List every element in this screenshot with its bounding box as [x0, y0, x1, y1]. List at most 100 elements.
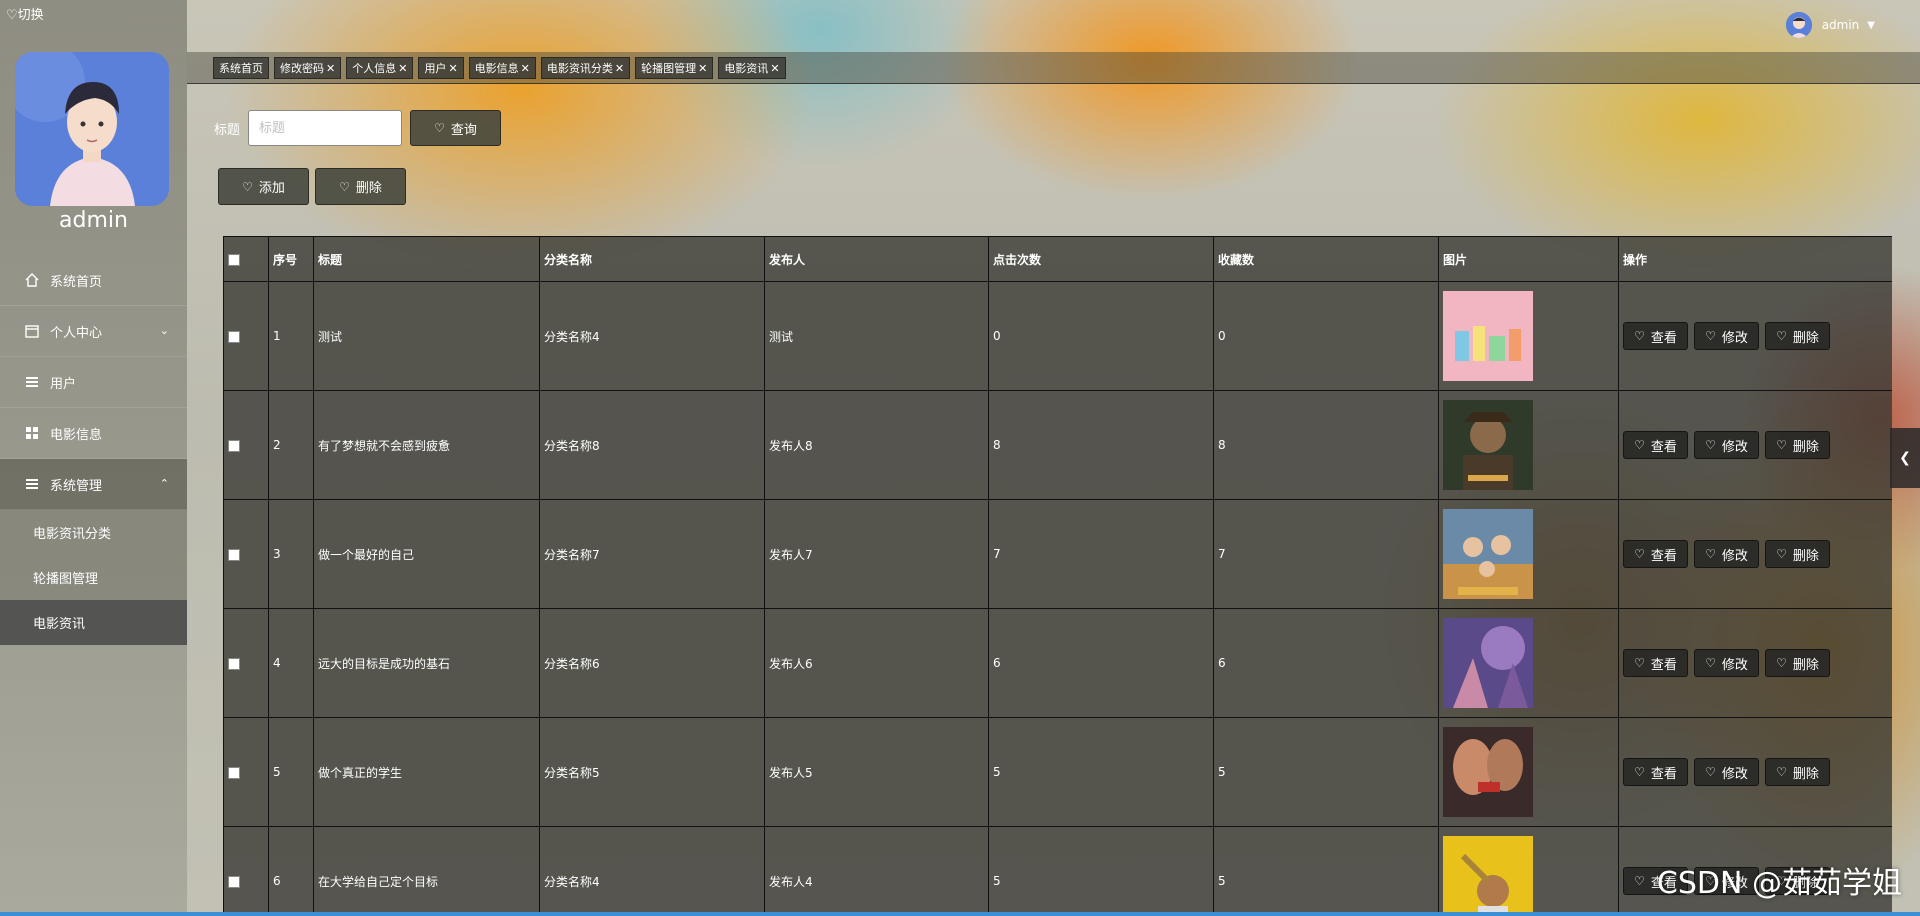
caret-down-icon: ▼: [1867, 19, 1875, 31]
close-icon[interactable]: ✕: [521, 62, 530, 75]
sidebar-item-personal-center[interactable]: 个人中心 ⌄: [0, 306, 187, 357]
action-row: ♡ 添加 ♡ 删除: [218, 168, 412, 205]
heart-icon: ♡: [1705, 438, 1716, 452]
query-label: 查询: [450, 122, 477, 138]
close-icon[interactable]: ✕: [448, 62, 457, 75]
cell-actions: ♡ 查看 ♡ 修改 ♡ 删除: [1618, 608, 1892, 718]
row-select-cell: [223, 717, 269, 827]
add-button[interactable]: ♡ 添加: [218, 168, 309, 205]
poster-image[interactable]: [1443, 618, 1533, 708]
select-all-checkbox[interactable]: [228, 253, 240, 266]
heart-icon: ♡: [1705, 329, 1716, 343]
heart-icon: ♡: [1634, 329, 1645, 343]
edit-button[interactable]: ♡ 修改: [1694, 431, 1759, 459]
row-select-cell: [223, 826, 269, 916]
close-icon[interactable]: ✕: [615, 62, 624, 75]
sidebar: ♡切换 admin 系统首页 个人中心 ⌄ 用户 电影信息 系统管理 ⌃ 电影资…: [0, 0, 187, 916]
edit-button[interactable]: ♡ 修改: [1694, 540, 1759, 568]
sidebar-subitem-movie-news-category[interactable]: 电影资讯分类: [0, 510, 187, 555]
row-delete-button[interactable]: ♡ 删除: [1765, 431, 1830, 459]
heart-icon: ♡: [1634, 765, 1645, 779]
column-header: 收藏数: [1213, 236, 1439, 282]
close-icon[interactable]: ✕: [770, 62, 779, 75]
sidebar-item-label: 电影信息: [50, 427, 103, 443]
chevron-down-icon: ⌄: [159, 324, 169, 337]
tab-home[interactable]: 系统首页: [213, 56, 269, 79]
add-label: 添加: [258, 181, 285, 196]
table-row: 4 远大的目标是成功的基石 分类名称6 发布人6 6 6 ♡ 查看 ♡ 修改 ♡ 删除: [223, 608, 1892, 718]
search-input[interactable]: [248, 110, 403, 146]
collapse-panel-button[interactable]: ❮: [1890, 428, 1920, 488]
view-button[interactable]: ♡ 查看: [1623, 540, 1688, 568]
switch-button[interactable]: ♡切换: [6, 4, 44, 23]
poster-image[interactable]: [1443, 400, 1533, 490]
close-icon[interactable]: ✕: [398, 62, 407, 75]
heart-icon: ♡: [339, 179, 350, 194]
edit-button[interactable]: ♡ 修改: [1694, 758, 1759, 786]
sidebar-item-home[interactable]: 系统首页: [0, 255, 187, 306]
heart-icon: ♡: [1634, 656, 1645, 670]
view-button[interactable]: ♡ 查看: [1623, 649, 1688, 677]
bottom-bar: [0, 912, 1920, 916]
user-menu[interactable]: admin ▼: [1785, 12, 1875, 38]
poster-image[interactable]: [1443, 727, 1533, 817]
row-checkbox[interactable]: [228, 330, 240, 343]
cell-clicks: 7: [988, 499, 1214, 609]
poster-image[interactable]: [1443, 509, 1533, 599]
tab-movie-news-category[interactable]: 电影资讯分类 ✕: [540, 56, 631, 79]
edit-label: 修改: [1721, 766, 1748, 782]
heart-icon: ♡: [242, 179, 253, 194]
sidebar-item-label: 用户: [50, 376, 77, 392]
poster-image[interactable]: [1443, 291, 1533, 381]
sidebar-item-movie-info[interactable]: 电影信息: [0, 408, 187, 459]
view-button[interactable]: ♡ 查看: [1623, 431, 1688, 459]
chevron-left-icon: ❮: [1899, 450, 1911, 466]
row-checkbox[interactable]: [228, 875, 240, 888]
cell-favorites: 7: [1213, 499, 1439, 609]
sidebar-subitem-movie-news[interactable]: 电影资讯: [0, 600, 187, 645]
view-button[interactable]: ♡ 查看: [1623, 322, 1688, 350]
heart-icon: ♡: [1705, 656, 1716, 670]
tab-bar: 系统首页 修改密码 ✕ 个人信息 ✕ 用户 ✕ 电影信息 ✕ 电影资讯分类 ✕ 轮播图管理…: [187, 52, 1920, 84]
row-delete-button[interactable]: ♡ 删除: [1765, 758, 1830, 786]
cell-favorites: 5: [1213, 826, 1439, 916]
tab-personal-info[interactable]: 个人信息 ✕: [346, 56, 414, 79]
cell-publisher: 测试: [764, 281, 989, 391]
sidebar-item-system-management[interactable]: 系统管理 ⌃: [0, 459, 187, 510]
row-checkbox[interactable]: [228, 766, 240, 779]
heart-icon: ♡: [1634, 438, 1645, 452]
sidebar-subitem-carousel-management[interactable]: 轮播图管理: [0, 555, 187, 600]
tab-label: 修改密码: [280, 61, 324, 75]
row-delete-button[interactable]: ♡ 删除: [1765, 540, 1830, 568]
close-icon[interactable]: ✕: [326, 62, 335, 75]
tab-carousel-management[interactable]: 轮播图管理 ✕: [635, 56, 714, 79]
cell-publisher: 发布人8: [764, 390, 989, 500]
close-icon[interactable]: ✕: [698, 62, 707, 75]
tab-users[interactable]: 用户 ✕: [418, 56, 464, 79]
row-checkbox[interactable]: [228, 657, 240, 670]
search-label: 标题: [214, 122, 241, 138]
poster-image[interactable]: [1443, 836, 1533, 916]
delete-label: 删除: [355, 181, 382, 196]
row-delete-button[interactable]: ♡ 删除: [1765, 322, 1830, 350]
column-header: 操作: [1618, 236, 1892, 282]
tab-movie-info[interactable]: 电影信息 ✕: [468, 56, 536, 79]
cell-publisher: 发布人6: [764, 608, 989, 718]
view-button[interactable]: ♡ 查看: [1623, 758, 1688, 786]
sidebar-item-users[interactable]: 用户: [0, 357, 187, 408]
row-delete-button[interactable]: ♡ 删除: [1765, 649, 1830, 677]
row-checkbox[interactable]: [228, 548, 240, 561]
query-button[interactable]: ♡ 查询: [410, 110, 502, 146]
edit-button[interactable]: ♡ 修改: [1694, 649, 1759, 677]
delete-button[interactable]: ♡ 删除: [315, 168, 406, 205]
edit-button[interactable]: ♡ 修改: [1694, 322, 1759, 350]
cell-publisher: 发布人4: [764, 826, 989, 916]
tab-change-password[interactable]: 修改密码 ✕: [274, 56, 342, 79]
home-icon: [24, 272, 40, 288]
tab-movie-news[interactable]: 电影资讯 ✕: [718, 56, 786, 79]
cell-category: 分类名称4: [539, 826, 765, 916]
row-checkbox[interactable]: [228, 439, 240, 452]
column-header: 点击次数: [988, 236, 1214, 282]
cell-actions: ♡ 查看 ♡ 修改 ♡ 删除: [1618, 499, 1892, 609]
heart-icon: ♡: [1634, 547, 1645, 561]
